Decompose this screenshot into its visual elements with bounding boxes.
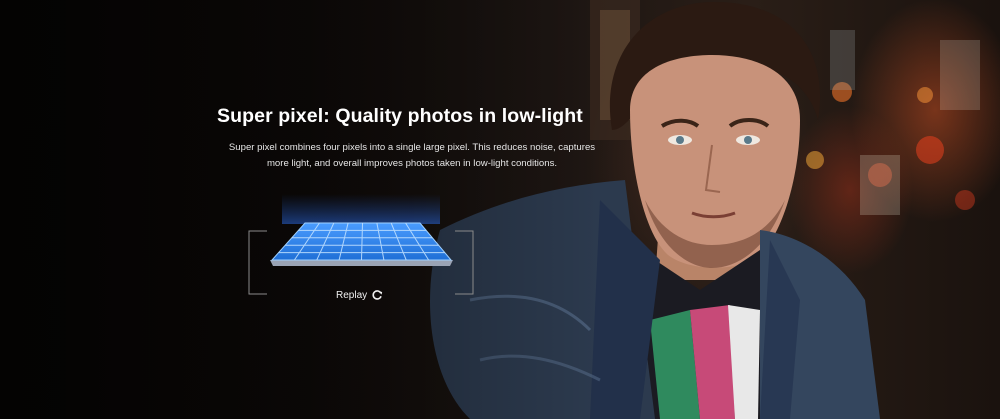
replay-button[interactable]: Replay	[336, 287, 383, 303]
super-pixel-grid-illustration	[248, 194, 474, 295]
text-backdrop-vignette	[0, 0, 1000, 419]
refresh-icon	[371, 289, 383, 301]
replay-label: Replay	[336, 289, 368, 301]
feature-description: Super pixel combines four pixels into a …	[228, 142, 596, 169]
super-pixel-banner: Super pixel: Quality photos in low-light…	[0, 0, 1000, 419]
feature-headline: Super pixel: Quality photos in low-light	[217, 105, 583, 127]
